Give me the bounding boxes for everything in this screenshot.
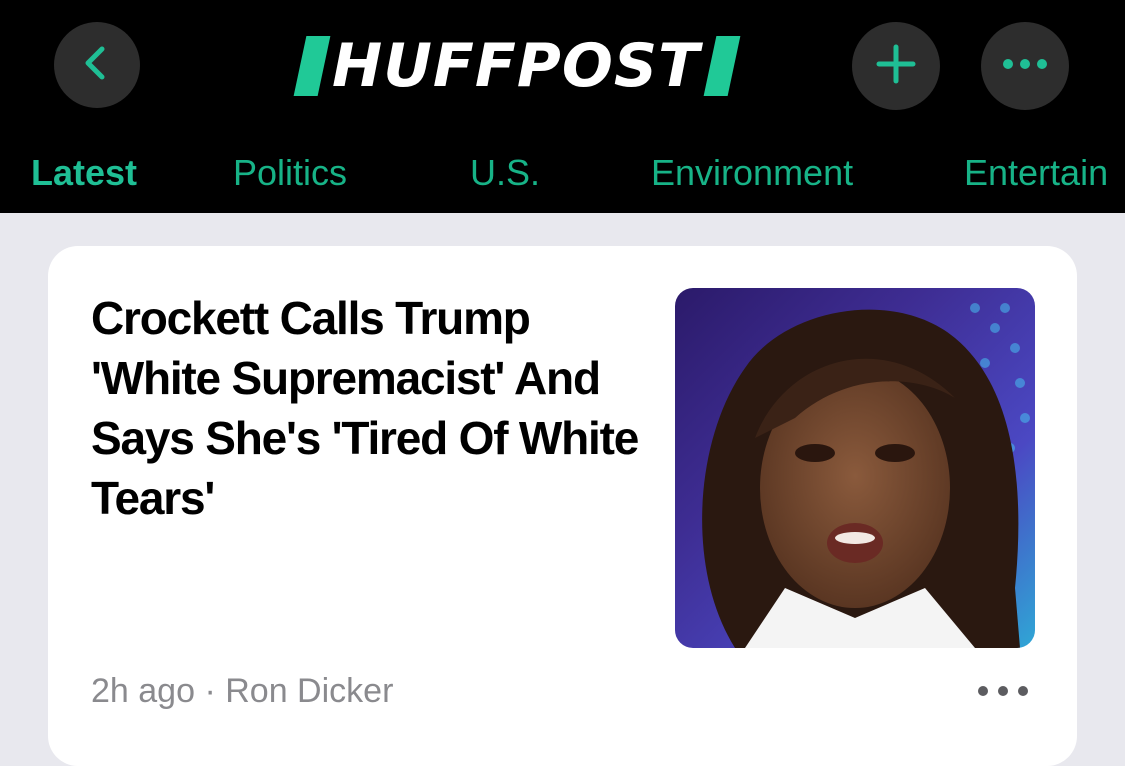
- back-button[interactable]: [54, 22, 140, 108]
- logo-text: HUFFPOST: [332, 31, 701, 101]
- article-meta: 2h ago · Ron Dicker: [91, 672, 393, 711]
- top-bar: HUFFPOST Latest Politics U.S. Environmen…: [0, 0, 1125, 213]
- add-button[interactable]: [852, 22, 940, 110]
- ellipsis-icon: [1001, 57, 1049, 76]
- tab-us[interactable]: U.S.: [470, 148, 540, 198]
- article-author[interactable]: Ron Dicker: [225, 672, 393, 710]
- article-headline[interactable]: Crockett Calls Trump 'White Supremacist'…: [91, 288, 651, 528]
- article-thumbnail[interactable]: [675, 288, 1035, 648]
- meta-separator: ·: [204, 672, 216, 710]
- tab-environment[interactable]: Environment: [651, 148, 853, 198]
- section-tabs: Latest Politics U.S. Environment Enterta…: [0, 148, 1125, 198]
- article-more-button[interactable]: [973, 678, 1033, 708]
- chevron-left-icon: [77, 43, 117, 88]
- article-time: 2h ago: [91, 672, 195, 710]
- ellipsis-icon: [975, 684, 1031, 703]
- plus-icon: [874, 42, 918, 91]
- more-options-button[interactable]: [981, 22, 1069, 110]
- huffpost-logo: HUFFPOST: [293, 31, 741, 101]
- article-card[interactable]: Crockett Calls Trump 'White Supremacist'…: [48, 246, 1077, 766]
- tab-latest[interactable]: Latest: [31, 148, 137, 198]
- portrait-illustration: [702, 303, 1030, 648]
- tab-politics[interactable]: Politics: [233, 148, 347, 198]
- tab-entertainment[interactable]: Entertain: [964, 148, 1108, 198]
